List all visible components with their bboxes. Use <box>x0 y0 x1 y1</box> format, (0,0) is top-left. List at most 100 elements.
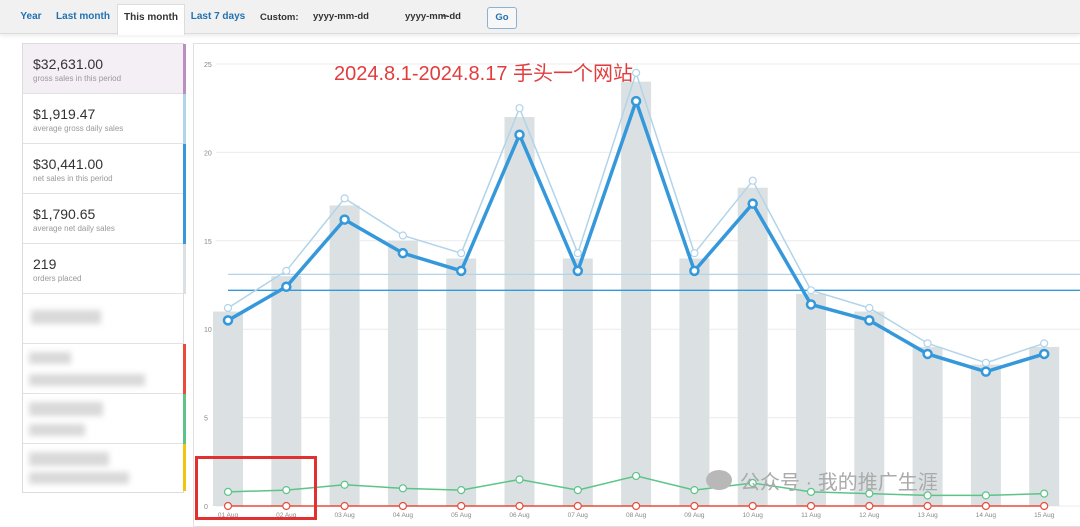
x-tick-label: 09 Aug <box>684 512 705 519</box>
x-tick-label: 10 Aug <box>743 512 764 519</box>
y-tick-label: 25 <box>204 62 212 69</box>
data-point <box>806 286 816 295</box>
y-tick-label: 5 <box>204 416 208 423</box>
net-sales-value: $30,441.00 <box>33 156 104 172</box>
redacted-blur <box>29 452 109 466</box>
legend-avg-net[interactable]: $1,790.65 average net daily sales <box>23 194 186 244</box>
data-point <box>457 249 466 258</box>
legend-net-sales[interactable]: $30,441.00 net sales in this period <box>23 144 186 194</box>
data-point <box>632 471 641 481</box>
x-tick-label: 12 Aug <box>859 512 880 519</box>
data-point <box>282 266 291 275</box>
data-point <box>747 198 758 209</box>
tab-last-month[interactable]: Last month <box>52 4 114 33</box>
chart-canvas: 051015202501 Aug 02 Aug 03 Aug 04 Aug 05 Aug… <box>204 62 1080 519</box>
data-point <box>748 501 757 511</box>
avg-gross-value: $1,919.47 <box>33 106 96 122</box>
data-point <box>981 491 991 500</box>
data-point <box>515 475 524 484</box>
data-point <box>690 485 699 495</box>
data-point <box>981 358 991 367</box>
bar <box>446 258 477 506</box>
data-point <box>281 281 292 293</box>
data-point <box>397 247 409 259</box>
bar <box>679 258 710 506</box>
tab-year[interactable]: Year <box>13 4 49 33</box>
date-range-toolbar: Year Last month This month Last 7 days C… <box>0 0 1080 35</box>
date-to-input[interactable]: yyyy-mm-dd <box>405 11 461 22</box>
custom-label: Custom: <box>260 12 299 23</box>
x-tick-label: 07 Aug <box>568 512 589 519</box>
data-point <box>515 104 524 113</box>
tab-this-month[interactable]: This month <box>117 4 185 35</box>
data-point <box>690 501 699 511</box>
data-point <box>339 214 350 225</box>
data-point <box>1040 501 1049 511</box>
sales-chart: 0 5 10 15 20 25 01 Aug 02 Aug 03 Aug 04 Aug 05 Aug… <box>193 43 1080 527</box>
data-point <box>457 501 466 511</box>
data-point <box>1040 489 1049 498</box>
legend-color-bar <box>183 94 186 144</box>
data-point <box>630 95 642 107</box>
data-point <box>457 485 466 495</box>
y-tick-label: 15 <box>204 239 212 246</box>
data-point <box>340 501 349 511</box>
bar <box>562 258 593 506</box>
gross-sales-value: $32,631.00 <box>33 56 104 72</box>
bar <box>621 81 652 507</box>
x-tick-label: 04 Aug <box>393 512 414 519</box>
bar <box>1029 346 1060 506</box>
legend-orders[interactable]: 219 orders placed <box>23 244 186 294</box>
gross-sales-label: gross sales in this period <box>33 74 122 83</box>
data-point <box>398 484 407 493</box>
x-tick-label: 06 Aug <box>509 512 530 519</box>
data-point <box>398 501 407 511</box>
legend-redacted-4[interactable] <box>23 444 186 491</box>
date-from-input[interactable]: yyyy-mm-dd <box>313 11 369 22</box>
wechat-icon <box>706 470 732 490</box>
tab-last-7-days[interactable]: Last 7 days <box>188 4 248 33</box>
avg-net-value: $1,790.65 <box>33 206 96 222</box>
highlight-box <box>195 456 317 520</box>
bar <box>504 117 535 506</box>
data-point <box>340 480 349 489</box>
legend-redacted-2[interactable] <box>23 344 186 394</box>
legend-color-bar <box>183 44 186 94</box>
net-sales-label: net sales in this period <box>33 174 113 183</box>
data-point <box>922 348 933 360</box>
data-point <box>573 501 582 511</box>
data-point <box>923 501 932 511</box>
data-point <box>398 231 407 240</box>
x-tick-label: 03 Aug <box>334 512 355 519</box>
data-point <box>514 129 525 140</box>
legend-redacted-1[interactable] <box>23 294 183 344</box>
redacted-blur <box>29 472 129 484</box>
x-tick-label: 05 Aug <box>451 512 472 519</box>
avg-net-label: average net daily sales <box>33 224 115 233</box>
data-point <box>690 249 699 258</box>
orders-value: 219 <box>33 256 57 272</box>
legend-redacted-3[interactable] <box>23 394 186 444</box>
x-tick-label: 15 Aug <box>1034 512 1055 519</box>
data-point <box>748 176 757 185</box>
redacted-blur <box>29 352 71 364</box>
y-tick-label: 20 <box>204 150 212 157</box>
data-point <box>223 303 233 313</box>
data-point <box>632 501 641 511</box>
legend-avg-gross[interactable]: $1,919.47 average gross daily sales <box>23 94 186 144</box>
watermark: 公众号 · 我的推广生涯 <box>740 472 938 494</box>
legend-color-bar <box>183 394 186 444</box>
orders-label: orders placed <box>33 274 82 283</box>
go-button[interactable]: Go <box>487 7 517 29</box>
data-point <box>222 315 234 326</box>
legend-gross-sales[interactable]: $32,631.00 gross sales in this period <box>23 44 186 94</box>
data-point <box>515 501 524 511</box>
data-point <box>865 303 874 313</box>
data-point <box>689 265 700 277</box>
data-point <box>981 501 991 511</box>
avg-gross-label: average gross daily sales <box>33 124 124 133</box>
data-point <box>806 501 816 511</box>
x-tick-label: 11 Aug <box>801 512 821 519</box>
bar <box>387 240 418 507</box>
redacted-blur <box>29 402 103 416</box>
